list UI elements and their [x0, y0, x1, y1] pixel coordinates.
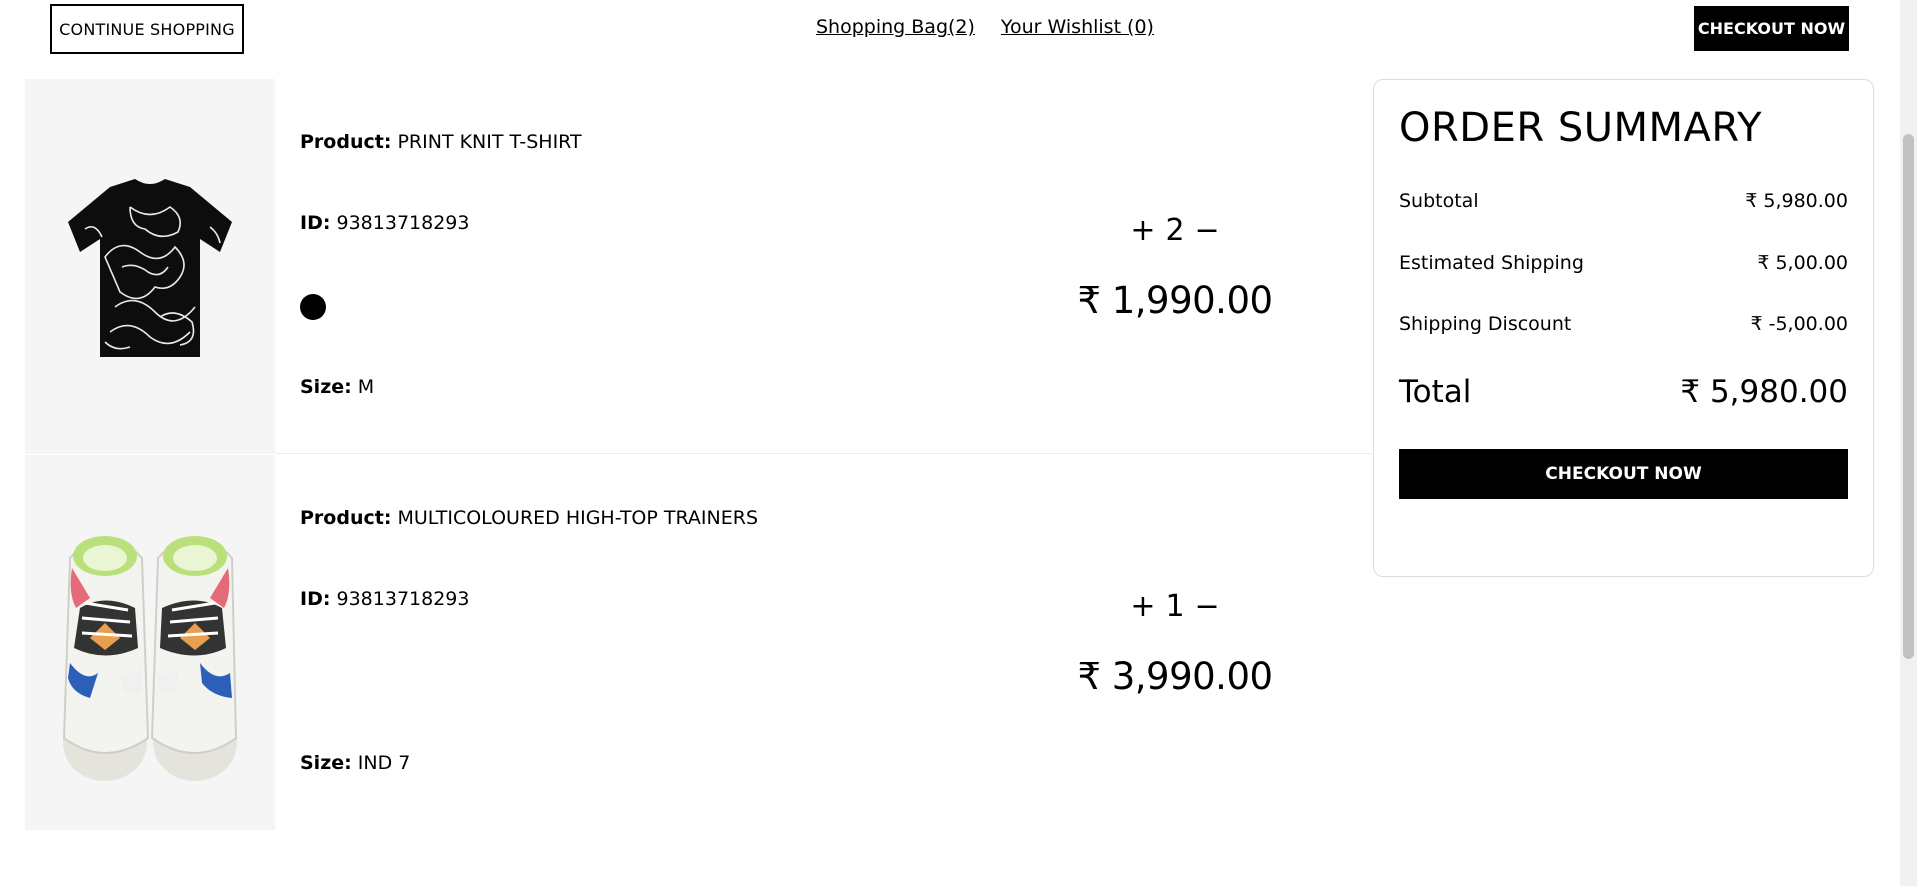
continue-shopping-button[interactable]: CONTINUE SHOPPING — [50, 4, 244, 54]
product-name: PRINT KNIT T-SHIRT — [397, 131, 582, 153]
shipping-discount-row: Shipping Discount ₹ -5,00.00 — [1399, 313, 1848, 335]
item-price: ₹ 1,990.00 — [1077, 279, 1273, 322]
product-label: Product: — [300, 131, 392, 153]
shipping-row: Estimated Shipping ₹ 5,00.00 — [1399, 252, 1848, 274]
product-id: 93813718293 — [336, 212, 470, 234]
cart-page: CONTINUE SHOPPING Shopping Bag(2) Your W… — [0, 0, 1917, 886]
order-summary-panel: ORDER SUMMARY Subtotal ₹ 5,980.00 Estima… — [1373, 79, 1874, 577]
product-size-row: Size: IND 7 — [300, 752, 410, 774]
item-price: ₹ 3,990.00 — [1077, 655, 1273, 698]
size-label: Size: — [300, 376, 352, 398]
quantity-value: 1 — [1165, 589, 1185, 624]
quantity-value: 2 — [1165, 213, 1185, 248]
cart-item: Product: PRINT KNIT T-SHIRT ID: 93813718… — [25, 79, 1375, 454]
product-size: M — [357, 376, 375, 398]
product-id-row: ID: 93813718293 — [300, 212, 469, 234]
decrease-quantity-button[interactable]: − — [1195, 215, 1220, 246]
checkout-now-button[interactable]: CHECKOUT NOW — [1399, 449, 1848, 499]
shipping-discount-value: ₹ -5,00.00 — [1750, 313, 1848, 335]
shopping-bag-link[interactable]: Shopping Bag(2) — [816, 16, 975, 38]
product-label: Product: — [300, 507, 392, 529]
scrollbar-thumb[interactable] — [1903, 134, 1914, 659]
product-name-row: Product: PRINT KNIT T-SHIRT — [300, 131, 582, 153]
product-name: MULTICOLOURED HIGH-TOP TRAINERS — [397, 507, 759, 529]
product-image-trainers[interactable] — [25, 455, 275, 830]
order-summary-title: ORDER SUMMARY — [1399, 105, 1763, 151]
increase-quantity-button[interactable]: + — [1130, 215, 1155, 246]
shipping-discount-label: Shipping Discount — [1399, 313, 1572, 335]
product-name-row: Product: MULTICOLOURED HIGH-TOP TRAINERS — [300, 507, 758, 529]
product-id-row: ID: 93813718293 — [300, 588, 469, 610]
product-size: IND 7 — [357, 752, 411, 774]
wishlist-link[interactable]: Your Wishlist (0) — [1001, 16, 1154, 38]
subtotal-value: ₹ 5,980.00 — [1745, 190, 1848, 212]
shipping-label: Estimated Shipping — [1399, 252, 1584, 274]
cart-item: Product: MULTICOLOURED HIGH-TOP TRAINERS… — [25, 455, 1375, 830]
quantity-stepper: + 1 − — [1110, 589, 1240, 624]
shipping-value: ₹ 5,00.00 — [1757, 252, 1848, 274]
size-label: Size: — [300, 752, 352, 774]
subtotal-label: Subtotal — [1399, 190, 1479, 212]
total-label: Total — [1399, 374, 1472, 410]
id-label: ID: — [300, 212, 331, 234]
checkout-now-top-button[interactable]: CHECKOUT NOW — [1694, 6, 1849, 51]
top-nav-links: Shopping Bag(2) Your Wishlist (0) — [816, 16, 1154, 38]
subtotal-row: Subtotal ₹ 5,980.00 — [1399, 190, 1848, 212]
vertical-scrollbar[interactable] — [1900, 0, 1917, 886]
total-row: Total ₹ 5,980.00 — [1399, 374, 1848, 410]
decrease-quantity-button[interactable]: − — [1195, 591, 1220, 622]
increase-quantity-button[interactable]: + — [1130, 591, 1155, 622]
product-image-tshirt[interactable] — [25, 79, 275, 454]
color-swatch[interactable] — [300, 294, 326, 320]
quantity-stepper: + 2 − — [1110, 213, 1240, 248]
id-label: ID: — [300, 588, 331, 610]
tshirt-image — [68, 178, 232, 357]
product-size-row: Size: M — [300, 376, 374, 398]
trainers-image — [62, 535, 238, 781]
total-value: ₹ 5,980.00 — [1680, 374, 1848, 410]
product-id: 93813718293 — [336, 588, 470, 610]
